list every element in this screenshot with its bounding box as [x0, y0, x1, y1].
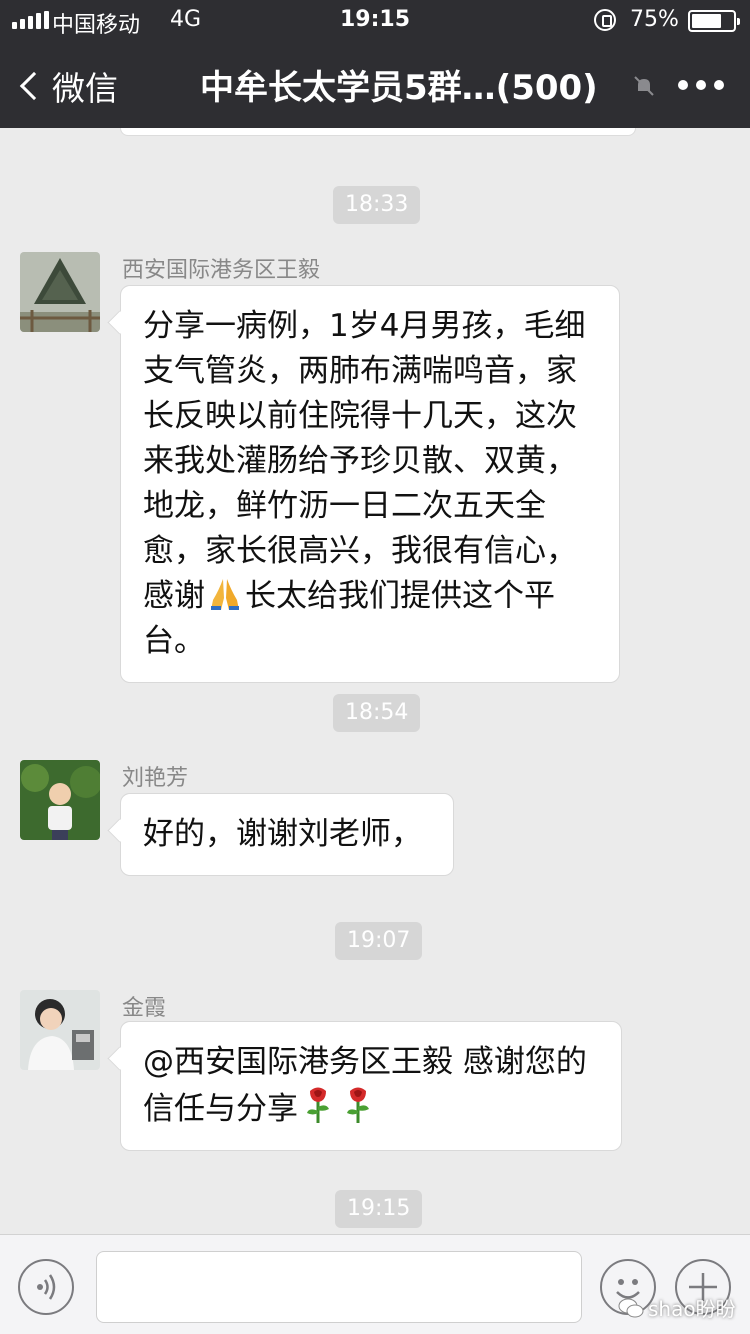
- timestamp: 19:07: [335, 922, 423, 960]
- message-text: 长太给我们提供这个平: [245, 578, 555, 614]
- more-dots-icon[interactable]: [678, 80, 724, 90]
- voice-icon: [37, 1274, 56, 1300]
- timestamp: 18:33: [333, 186, 421, 224]
- battery-percent: 75%: [630, 7, 679, 32]
- message-bubble[interactable]: 分享一病例，1岁4月男孩，毛细 支气管炎，两肺布满喘鸣音，家 长反映以前住院得十…: [120, 285, 620, 683]
- sender-name: 金霞: [122, 996, 167, 1021]
- top-bar: 中国移动 4G 19:15 75% 微信 中牟长太学员5群…(500): [0, 0, 750, 128]
- sender-name: 刘艳芳: [122, 766, 189, 791]
- message-line: 分享一病例，1岁4月男孩，毛细: [143, 308, 586, 344]
- avatar[interactable]: [20, 990, 100, 1070]
- timestamp: 19:15: [335, 1190, 423, 1228]
- message-line: @西安国际港务区王毅 感谢您的: [143, 1044, 587, 1080]
- message-input[interactable]: [96, 1251, 582, 1323]
- avatar[interactable]: [20, 252, 100, 332]
- message-text: 感谢: [143, 578, 205, 614]
- message-bubble[interactable]: @西安国际港务区王毅 感谢您的 信任与分享: [120, 1021, 622, 1151]
- message-line: 台。: [143, 623, 205, 659]
- message-line: 长反映以前住院得十几天，这次: [143, 398, 577, 434]
- avatar[interactable]: [20, 760, 100, 840]
- status-bar: 中国移动 4G 19:15 75%: [0, 0, 750, 40]
- rose-emoji: [347, 1087, 369, 1123]
- back-label: 微信: [52, 69, 118, 108]
- message-text: 信任与分享: [143, 1091, 298, 1127]
- input-bar: shao盼盼: [0, 1234, 750, 1334]
- watermark: shao盼盼: [618, 1293, 736, 1322]
- message-line: 感谢 长太给我们提供这个平: [143, 574, 597, 619]
- watermark-text: shao盼盼: [648, 1297, 736, 1321]
- back-button[interactable]: 微信: [14, 62, 118, 110]
- message-line: 来我处灌肠给予珍贝散、双黄，: [143, 443, 577, 479]
- message-line: 地龙，鲜竹沥一日二次五天全: [143, 488, 546, 524]
- chat-title: 中牟长太学员5群…(500): [200, 68, 598, 108]
- previous-message-bubble: [120, 128, 636, 136]
- chevron-left-icon: [19, 71, 49, 101]
- wechat-logo-icon: [618, 1298, 644, 1317]
- message-bubble[interactable]: 好的，谢谢刘老师，: [120, 793, 454, 876]
- chat-area[interactable]: 18:33 西安国际港务区王毅 分享一病例，1岁4月男孩，毛细 支气管炎，两肺布…: [0, 128, 750, 1234]
- timestamp: 18:54: [333, 694, 421, 732]
- message-line: 支气管炎，两肺布满喘鸣音，家: [143, 353, 577, 389]
- voice-button[interactable]: [18, 1259, 74, 1315]
- message-line: 愈，家长很高兴，我很有信心，: [143, 533, 577, 569]
- pray-emoji: [211, 579, 239, 610]
- message-line: 好的，谢谢刘老师，: [143, 816, 422, 852]
- message-line: 信任与分享: [143, 1085, 599, 1132]
- rose-emoji: [307, 1087, 329, 1123]
- rotation-lock-icon: [594, 9, 616, 31]
- nav-bar: 微信 中牟长太学员5群…(500): [0, 40, 750, 128]
- mute-bell-icon: [634, 76, 654, 96]
- battery-icon: [688, 10, 740, 32]
- sender-name: 西安国际港务区王毅: [122, 258, 321, 283]
